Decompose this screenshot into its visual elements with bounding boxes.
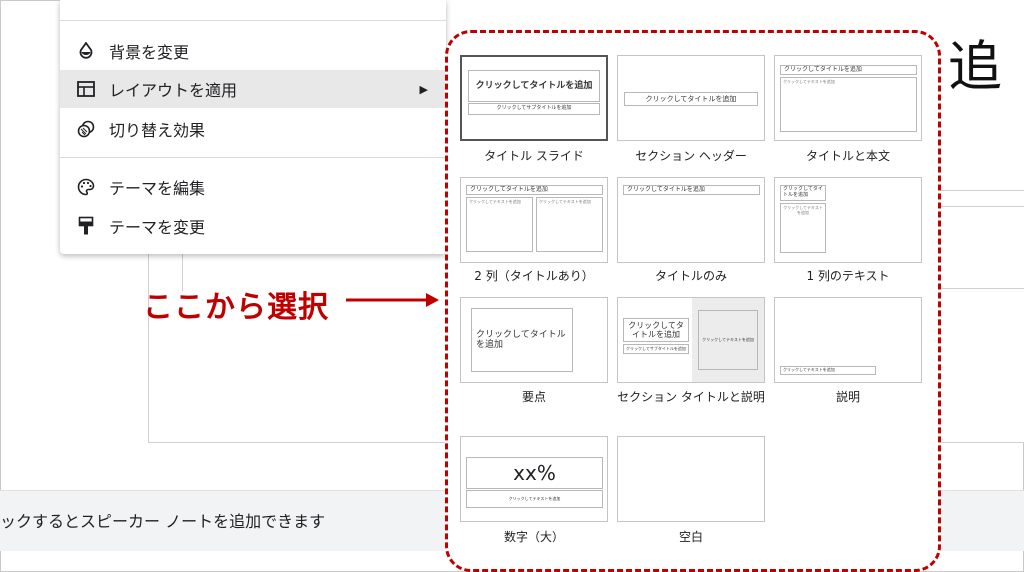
callout-arrow-icon [346, 293, 439, 307]
thumb-text: クリックしてテキストを追加 [469, 199, 521, 204]
menu-item-label: 背景を変更 [109, 43, 190, 62]
thumb-column-box: クリックしてテキストを追加 [466, 197, 533, 252]
thumb-subtitle-box: クリックしてサブタイトルを追加 [623, 344, 689, 354]
thumb-subtitle-box: クリックしてサブタイトルを追加 [468, 103, 600, 115]
thumb-title-box: クリックしてタイ トルを追加 [780, 185, 826, 201]
callout-label: ここから選択 [143, 290, 329, 325]
thumb-body-box: クリックしてテキストを追加 [466, 490, 603, 508]
layout-thumb-big-number[interactable]: xx% クリックしてテキストを追加 [460, 436, 608, 522]
thumb-title-box: クリックしてタイトルを追加 [466, 185, 603, 195]
thumb-text: トルを追加 [783, 192, 809, 198]
menu-item-change-theme[interactable]: テーマを変更 [60, 207, 446, 245]
thumb-text: クリックしてタイトルを追加 [645, 94, 737, 103]
menu-item-apply-layout[interactable]: レイアウトを適用 ▶ [60, 70, 446, 108]
layout-icon [75, 78, 97, 100]
thumb-title-box: クリックしてタイトルを追加 [623, 185, 760, 195]
droplet-icon [75, 40, 97, 62]
thumb-body-box: クリックしてテキストを追加 [780, 203, 826, 253]
layout-thumb-one-column-text[interactable]: クリックしてタイ トルを追加 クリックしてテキストを追加 [774, 177, 922, 263]
menu-item-label: 切り替え効果 [109, 121, 206, 140]
menu-item-change-background[interactable]: 背景を変更 [60, 32, 446, 70]
layout-thumb-two-columns[interactable]: クリックしてタイトルを追加 クリックしてテキストを追加 クリックしてテキストを追… [460, 177, 608, 263]
layout-caption: 1 列のテキスト [806, 269, 890, 283]
thumb-text: クリックしてテキストを追加 [508, 495, 561, 501]
thumb-text: クリックしてテキストを追加 [783, 367, 835, 373]
thumb-text: クリックしてタイトルを追加 [784, 65, 862, 73]
slide-menu: 背景を変更 レイアウトを適用 ▶ 切り替え効果 テーマを編集 テーマを変更 [60, 0, 446, 254]
transition-icon [75, 118, 97, 140]
thumb-text: クリックしてタイトルを追加 [475, 80, 593, 91]
thumb-column-box: クリックしてテキストを追加 [536, 197, 603, 252]
thumb-text: クリックしてタイトルを追加 [627, 185, 705, 193]
slide-divider-2 [940, 288, 1024, 289]
thumb-title-box: クリックしてタ イトルを追加 [623, 318, 689, 342]
slide-title-partial: 追 [948, 35, 1002, 98]
menu-divider [60, 157, 446, 158]
layout-thumb-title-slide[interactable]: クリックしてタイトルを追加 クリックしてサブタイトルを追加 [460, 55, 608, 141]
thumb-title-box: クリックしてタイトルを追加 [624, 92, 758, 106]
layout-thumb-main-point[interactable]: クリックしてタイトル を追加 [460, 297, 608, 383]
layout-caption: タイトル スライド [484, 149, 584, 163]
layout-thumb-title-only[interactable]: クリックしてタイトルを追加 [617, 177, 765, 263]
thumb-text: クリックしてサブタイトルを追加 [496, 105, 572, 112]
layout-caption: 要点 [521, 390, 546, 404]
submenu-arrow-icon: ▶ [419, 82, 428, 96]
thumb-body-box: クリックしてテキストを追加 [780, 77, 917, 132]
thumb-body-box: クリックしてテキストを追加 [698, 310, 758, 370]
menu-item-label: テーマを編集 [109, 179, 206, 198]
thumb-number-box: xx% [466, 457, 603, 489]
slide-divider [940, 206, 1024, 207]
menu-item-edit-theme[interactable]: テーマを編集 [60, 168, 446, 206]
layout-thumb-section-header[interactable]: クリックしてタイトルを追加 [617, 55, 765, 141]
thumb-text: クリックしてテキストを追加 [702, 336, 754, 342]
layout-thumb-caption[interactable]: クリックしてテキストを追加 [774, 297, 922, 383]
thumb-text: xx% [513, 460, 556, 485]
layout-caption: セクション ヘッダー [635, 149, 747, 163]
paint-roller-icon [75, 215, 97, 237]
thumb-body-box: クリックしてテキストを追加 [780, 366, 876, 375]
speaker-notes-placeholder[interactable]: ックするとスピーカー ノートを追加できます [0, 508, 325, 532]
thumb-text: クリックしてテキストを追加 [783, 205, 823, 215]
thumb-text: イトルを追加 [632, 330, 680, 339]
layout-caption: 数字（大） [503, 530, 564, 544]
layout-thumb-section-title-description[interactable]: クリックしてタ イトルを追加 クリックしてサブタイトルを追加 クリックしてテキス… [617, 297, 765, 383]
thumb-text: クリックしてテキストを追加 [539, 199, 591, 204]
menu-item-transition[interactable]: 切り替え効果 [60, 110, 446, 148]
thumb-text: クリックしてサブタイトルを追加 [626, 345, 686, 351]
layout-caption: 説明 [835, 390, 860, 404]
thumb-title-box: クリックしてタイトルを追加 [468, 70, 600, 102]
menu-divider [60, 20, 446, 21]
menu-item-label: レイアウトを適用 [109, 81, 238, 100]
thumb-text: クリックしてタイトルを追加 [470, 185, 548, 193]
layout-caption: セクション タイトルと説明 [617, 390, 765, 404]
layout-caption: タイトルのみ [654, 269, 727, 283]
thumb-text: を追加 [476, 340, 504, 350]
layout-caption: タイトルと本文 [805, 149, 890, 163]
layout-caption: 2 列（タイトルあり） [474, 269, 594, 283]
thumb-title-box: クリックしてタイトル を追加 [471, 308, 573, 372]
layout-caption: 空白 [678, 530, 703, 544]
thumb-text: クリックしてテキストを追加 [783, 79, 835, 84]
layout-thumb-title-and-body[interactable]: クリックしてタイトルを追加 クリックしてテキストを追加 [774, 55, 922, 141]
thumb-text: クリックしてタイトル [476, 329, 566, 340]
menu-item-label: テーマを変更 [109, 218, 206, 237]
layout-thumb-blank[interactable] [617, 436, 765, 522]
thumb-text: クリックしてタ [628, 320, 684, 330]
thumb-title-box: クリックしてタイトルを追加 [780, 65, 917, 75]
palette-icon [75, 176, 97, 198]
